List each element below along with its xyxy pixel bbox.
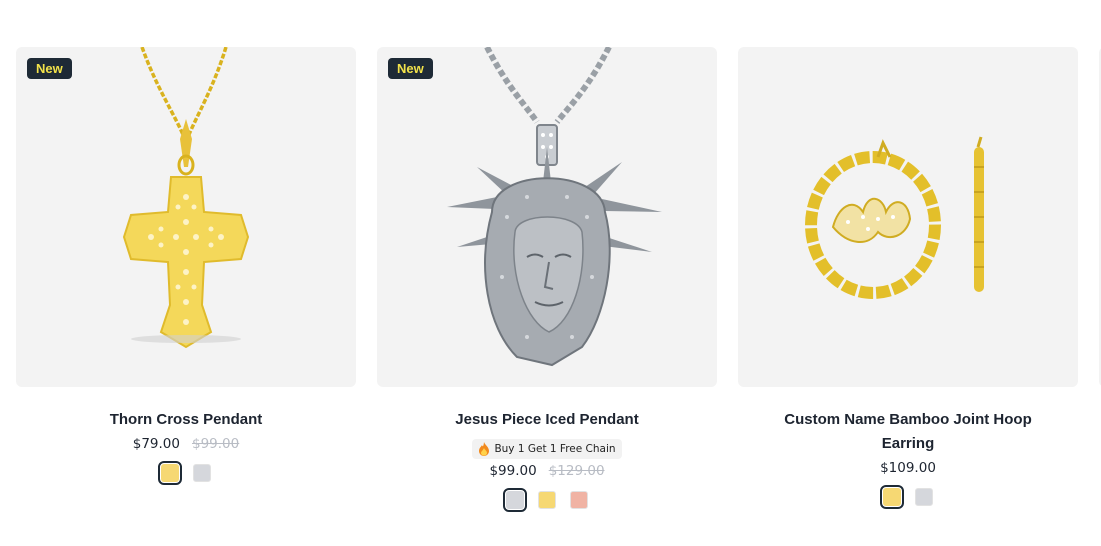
sale-price: $109.00 <box>880 460 936 476</box>
color-swatches <box>503 488 588 512</box>
sale-price: $79.00 <box>132 436 180 452</box>
hoop-earring-image <box>805 136 984 299</box>
product-image[interactable] <box>738 47 1078 387</box>
price-row: $99.00 $129.00 <box>489 463 604 479</box>
color-swatches <box>880 485 933 509</box>
new-badge: New <box>388 58 433 79</box>
product-title[interactable]: Custom Name Bamboo Joint Hoop Earring <box>758 408 1058 456</box>
swatch-silver[interactable] <box>503 488 527 512</box>
cross-pendant-image <box>122 47 250 349</box>
product-image[interactable]: New <box>16 47 356 387</box>
swatch-gold[interactable] <box>158 461 182 485</box>
color-swatches <box>158 461 211 485</box>
product-grid: New Thorn Cross Pendant $79.00 $99.00 Ne… <box>16 47 1101 512</box>
product-card[interactable]: Custom Name Bamboo Joint Hoop Earring $1… <box>738 47 1078 509</box>
product-card[interactable]: New Thorn Cross Pendant $79.00 $99.00 <box>16 47 356 509</box>
product-title[interactable]: Jesus Piece Iced Pendant <box>397 408 697 432</box>
jesus-piece-image <box>447 47 662 367</box>
product-image[interactable]: New <box>377 47 717 387</box>
promo-text: Buy 1 Get 1 Free Chain <box>494 443 616 455</box>
compare-price: $99.00 <box>192 436 240 452</box>
product-card[interactable]: New Jesus Piece Iced Pendant Buy 1 Get 1… <box>377 47 717 512</box>
compare-price: $129.00 <box>548 463 605 479</box>
promo-badge: Buy 1 Get 1 Free Chain <box>472 439 622 459</box>
swatch-rose-gold[interactable] <box>570 491 588 509</box>
swatch-silver[interactable] <box>915 488 933 506</box>
price-row: $79.00 $99.00 <box>133 436 240 452</box>
product-title[interactable]: Thorn Cross Pendant <box>36 408 336 432</box>
sale-price: $99.00 <box>489 463 537 479</box>
swatch-silver[interactable] <box>193 464 211 482</box>
price-row: $109.00 <box>880 460 936 476</box>
fire-icon <box>479 442 490 456</box>
new-badge: New <box>27 58 72 79</box>
swatch-gold[interactable] <box>538 491 556 509</box>
swatch-gold[interactable] <box>880 485 904 509</box>
